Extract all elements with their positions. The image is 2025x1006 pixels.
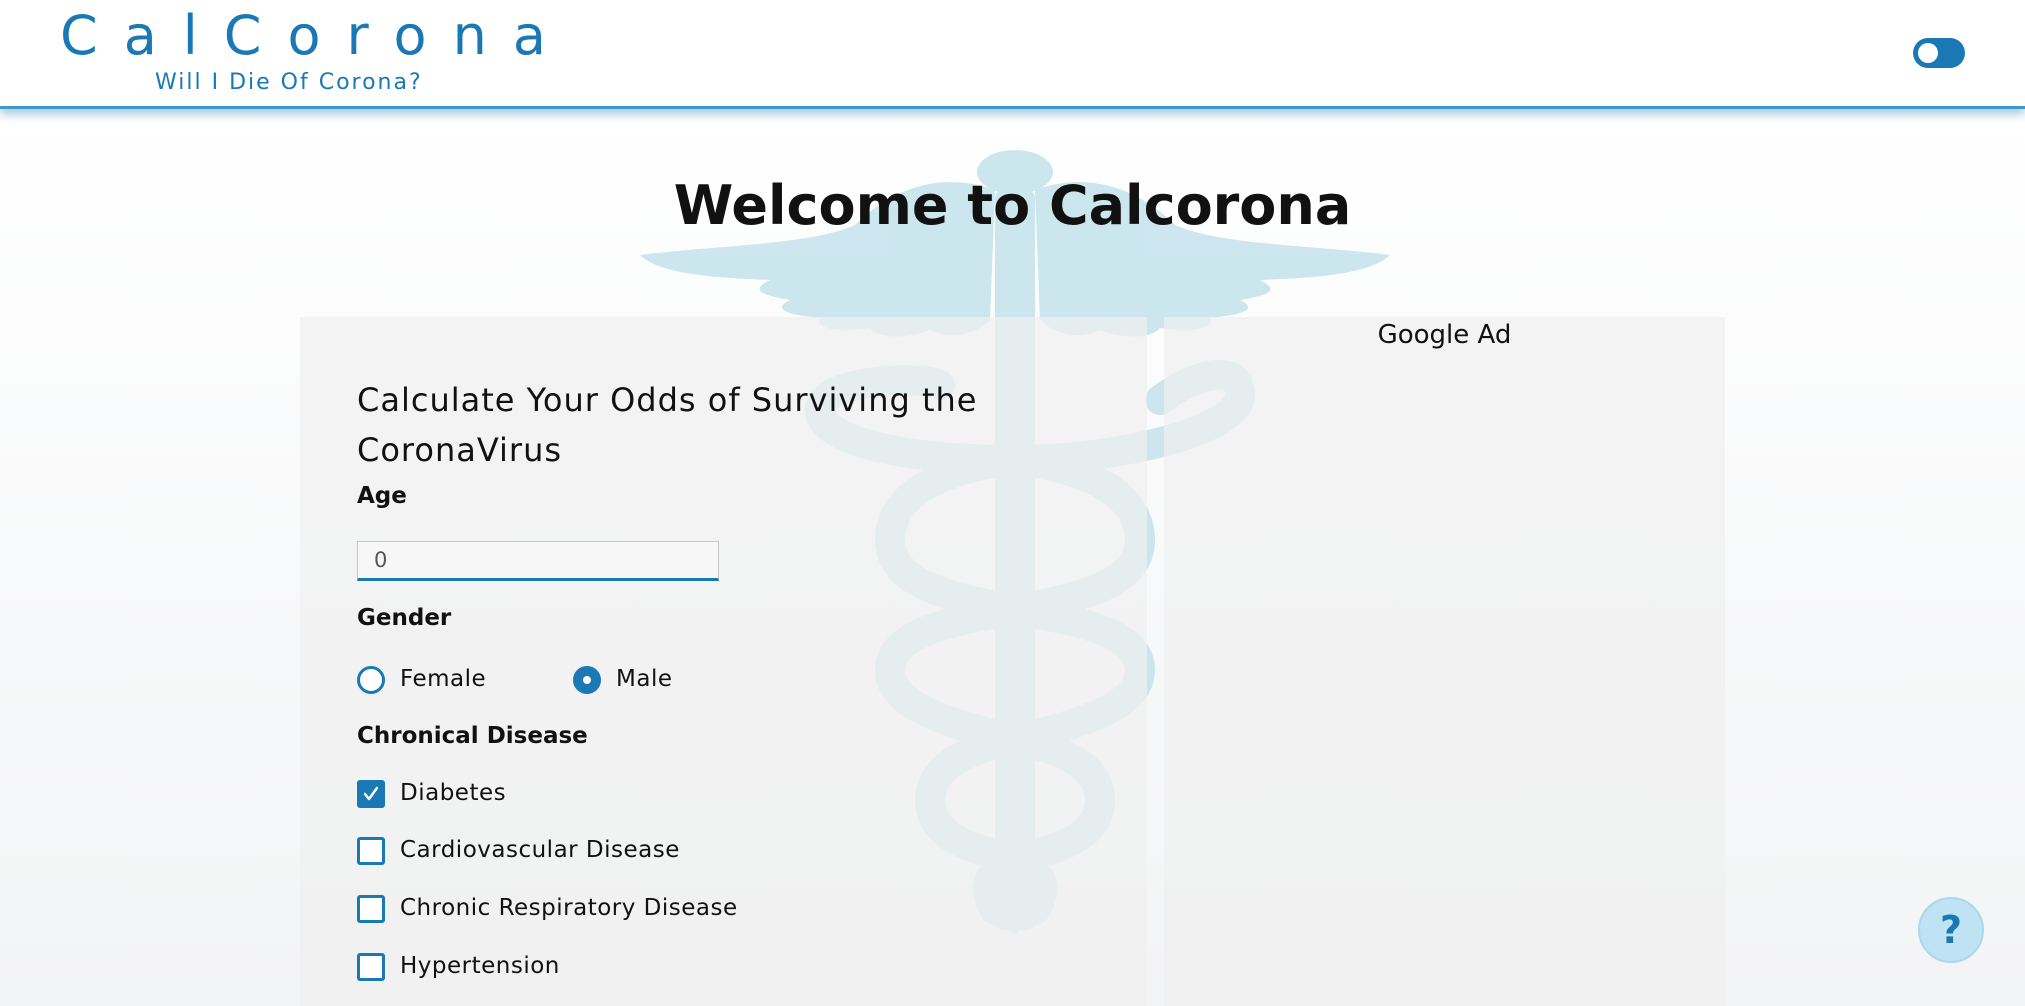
gender-option-male-label: Male <box>616 666 673 692</box>
respiratory-label: Chronic Respiratory Disease <box>400 895 738 921</box>
chronic-disease-label: Chronical Disease <box>357 723 588 749</box>
cardiovascular-label: Cardiovascular Disease <box>400 837 680 863</box>
brand-subtitle: Will I Die Of Corona? <box>155 70 423 95</box>
gender-label: Gender <box>357 605 452 631</box>
dark-mode-toggle[interactable] <box>1913 38 1965 68</box>
calculator-form-panel: Calculate Your Odds of Surviving the Cor… <box>300 317 1147 1006</box>
cardiovascular-checkbox[interactable] <box>357 837 385 865</box>
age-input[interactable] <box>357 541 719 581</box>
toggle-knob <box>1918 43 1938 63</box>
form-title: Calculate Your Odds of Surviving the Cor… <box>357 381 978 469</box>
header: CalCorona Will I Die Of Corona? <box>0 0 2025 109</box>
brand-title[interactable]: CalCorona <box>60 4 572 67</box>
diabetes-label: Diabetes <box>400 780 507 806</box>
ad-label: Google Ad <box>1377 320 1512 350</box>
hypertension-checkbox[interactable] <box>357 953 385 981</box>
checkmark-icon <box>363 786 379 801</box>
gender-radio-male[interactable] <box>573 666 601 694</box>
hypertension-label: Hypertension <box>400 953 560 979</box>
help-icon: ? <box>1939 908 1963 952</box>
age-label: Age <box>357 483 407 509</box>
gender-radio-female[interactable] <box>357 666 385 694</box>
respiratory-checkbox[interactable] <box>357 895 385 923</box>
gender-option-female-label: Female <box>400 666 487 692</box>
page-title: Welcome to Calcorona <box>673 174 1352 237</box>
ad-panel: Google Ad <box>1164 317 1725 1006</box>
diabetes-checkbox[interactable] <box>357 780 385 808</box>
help-button[interactable]: ? <box>1918 897 1984 963</box>
